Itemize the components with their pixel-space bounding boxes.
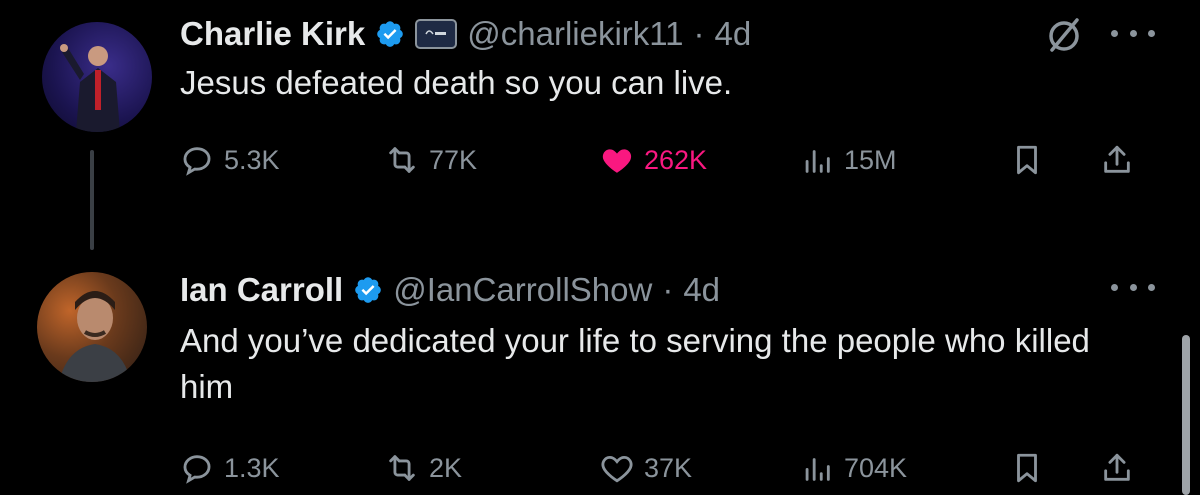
action-bar: 1.3K 2K 37K 704K [180, 448, 1170, 488]
author-handle[interactable]: @charliekirk11 [467, 15, 683, 53]
avatar[interactable] [42, 22, 152, 132]
tweet-text: And you’ve dedicated your life to servin… [180, 322, 1090, 405]
scrollbar[interactable] [1182, 335, 1190, 495]
views-button[interactable]: 704K [800, 448, 907, 488]
reply-icon [183, 147, 211, 176]
separator-dot: · [693, 15, 705, 52]
like-count: 37K [644, 452, 693, 483]
reply-button[interactable]: 5.3K [180, 140, 280, 180]
bookmark-button[interactable] [1010, 448, 1044, 488]
avatar-image [60, 44, 120, 132]
like-button[interactable]: 37K [600, 448, 692, 488]
views-count: 704K [844, 452, 908, 483]
tweet-header: Ian Carroll @IanCarrollShow · 4d [180, 268, 720, 312]
affiliate-badge-icon[interactable] [415, 19, 458, 49]
more-icon[interactable] [1111, 280, 1155, 294]
repost-button[interactable]: 2K [385, 448, 462, 488]
reply-icon [183, 455, 211, 484]
timestamp[interactable]: 4d [715, 15, 752, 53]
reply-count: 1.3K [224, 452, 280, 483]
share-icon [1104, 145, 1130, 173]
separator-dot: · [662, 271, 674, 308]
views-button[interactable]: 15M [800, 140, 897, 180]
views-icon [805, 150, 830, 173]
share-button[interactable] [1100, 140, 1134, 180]
avatar[interactable] [37, 272, 147, 382]
author-name[interactable]: Charlie Kirk [180, 15, 365, 53]
repost-count: 77K [429, 144, 478, 175]
like-icon [602, 149, 632, 173]
reply-count: 5.3K [224, 144, 280, 175]
repost-icon [389, 455, 415, 481]
tweet-text: Jesus defeated death so you can live. [180, 64, 733, 101]
tweet-ian-carroll[interactable]: Ian Carroll @IanCarrollShow · 4d And you’v… [0, 250, 1200, 495]
author-name[interactable]: Ian Carroll [180, 271, 343, 309]
views-count: 15M [844, 144, 897, 175]
repost-count: 2K [429, 452, 463, 483]
repost-button[interactable]: 77K [385, 140, 477, 180]
reply-button[interactable]: 1.3K [180, 448, 280, 488]
bookmark-button[interactable] [1010, 140, 1044, 180]
action-bar: 5.3K 77K 262K 15M [180, 140, 1170, 180]
verified-badge-icon [377, 21, 404, 47]
like-count: 262K [644, 144, 708, 175]
repost-icon [389, 147, 415, 173]
bookmark-icon [1017, 453, 1037, 483]
author-handle[interactable]: @IanCarrollShow [393, 271, 652, 309]
timestamp[interactable]: 4d [683, 271, 720, 309]
tweet-header: Charlie Kirk @charliekirk11 · 4d [180, 12, 751, 56]
views-icon [805, 458, 830, 481]
thread-line [90, 150, 94, 250]
share-icon [1104, 453, 1130, 481]
like-button[interactable]: 262K [600, 140, 707, 180]
avatar-image [59, 291, 131, 382]
more-icon[interactable] [1111, 26, 1155, 40]
bookmark-icon [1017, 145, 1037, 175]
tweet-charlie-kirk[interactable]: Charlie Kirk @charliekirk11 · 4d Jesus def… [0, 0, 1200, 250]
grok-icon[interactable] [1043, 14, 1085, 56]
like-icon [601, 455, 633, 483]
verified-badge-icon [355, 277, 382, 303]
share-button[interactable] [1100, 448, 1134, 488]
